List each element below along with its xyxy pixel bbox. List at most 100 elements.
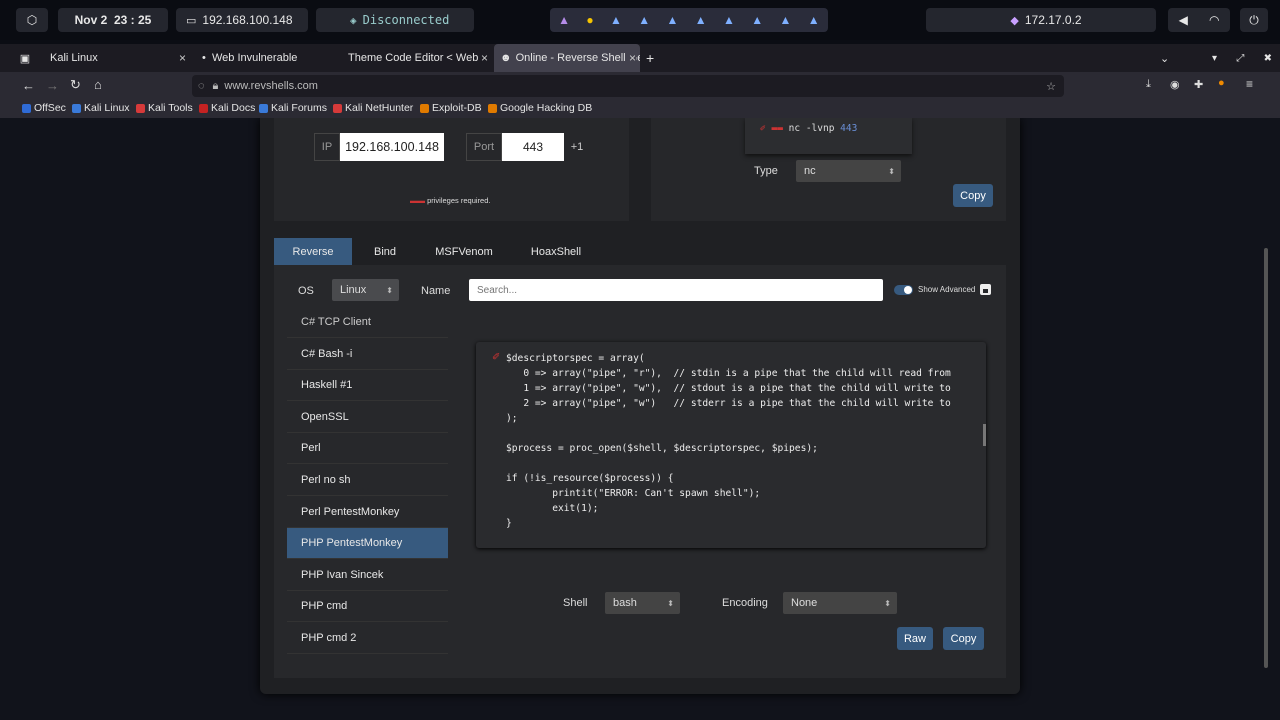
ghost-icon[interactable]: ▲ [695,13,707,27]
copy-listener-button[interactable]: Copy [953,184,993,207]
tab-kali[interactable]: Kali Linux × [42,44,190,72]
active-workspace-icon[interactable]: ● [586,13,593,27]
navigation-bar: ← → ↻ ⌂ ◌ 🔒︎ www.revshells.com ☆ ⤓ ◉ ✚ ●… [0,72,1280,100]
star-icon[interactable]: ☆ [1046,80,1056,93]
copy-payload-button[interactable]: Copy [943,627,984,650]
ghost-icon[interactable]: ▲ [638,13,650,27]
close-icon[interactable]: × [480,51,488,65]
tab-hoaxshell[interactable]: HoaxShell [520,238,592,265]
raw-button[interactable]: Raw [897,627,933,650]
ghost-icon[interactable]: ▲ [751,13,763,27]
port-increment-button[interactable]: +1 [566,133,588,161]
bookmark-kali-linux[interactable]: Kali Linux [72,102,130,114]
tab-reverse[interactable]: Reverse [274,238,352,265]
shell-select[interactable]: bash [605,592,680,614]
list-item[interactable]: Haskell #1 [287,370,448,401]
network-icon: ◆ [1010,14,1019,27]
clock[interactable]: Nov 2 23 : 25 [58,8,168,32]
listener-command: ✐ ▬▬ nc -lvnp 443 [760,123,858,134]
address-bar[interactable]: ◌ 🔒︎ www.revshells.com ☆ [192,75,1064,97]
ghost-icon[interactable]: ▲ [558,13,570,27]
ip-label: IP [314,133,340,161]
list-item-selected[interactable]: PHP PentestMonkey [287,528,448,559]
list-item[interactable]: PHP cmd 2 [287,623,448,654]
port-input[interactable]: 443 [502,133,564,161]
close-icon[interactable]: × [628,51,636,65]
ghost-icon[interactable]: ▲ [667,13,679,27]
ghost-icon[interactable]: ▲ [610,13,622,27]
save-icon[interactable] [980,284,991,295]
ip-indicator[interactable]: ▭ 192.168.100.148 [176,8,308,32]
page-viewport: IP 192.168.100.148 Port 443 +1 ▬▬ privil… [0,118,1280,720]
encoding-label: Encoding [722,597,768,609]
home-icon[interactable]: ⌂ [94,77,102,92]
extension-icon[interactable]: ● [1218,77,1225,89]
bookmark-offsec[interactable]: OffSec [22,102,66,114]
minimize-icon[interactable]: ▾ [1212,53,1217,64]
bookmark-label: Kali Forums [271,102,328,114]
code-scrollbar[interactable] [983,424,986,446]
search-input[interactable] [469,279,883,301]
reload-icon[interactable]: ↻ [70,77,81,93]
list-item[interactable]: Perl [287,433,448,464]
apps-menu-icon[interactable]: ⬡ [16,8,48,32]
lock-icon: 🔒︎ [212,79,219,92]
bookmark-label: Exploit-DB [432,102,482,114]
list-item[interactable]: Perl PentestMonkey [287,497,448,528]
vpn-indicator[interactable]: ◈ Disconnected [316,8,474,32]
ip-input[interactable]: 192.168.100.148 [340,133,444,161]
bookmarks-bar: OffSec Kali Linux Kali Tools Kali Docs K… [0,100,1280,118]
ghost-icon[interactable]: ▲ [780,13,792,27]
bookmark-label: Kali Linux [84,102,130,114]
menu-icon[interactable]: ≡ [1246,77,1253,91]
show-advanced-toggle[interactable] [894,285,913,295]
download-icon[interactable]: ⤓ [1146,78,1151,91]
volume-icon[interactable]: ◀ [1179,13,1188,27]
privileges-note: ▬▬ privileges required. [410,196,491,205]
list-item[interactable]: C# TCP Client [287,311,448,338]
bookmark-kali-docs[interactable]: Kali Docs [199,102,255,114]
payload-code: $descriptorspec = array( 0 => array("pip… [506,353,951,529]
tab-web-invulnerable[interactable]: • Web Invulnerable [194,44,342,72]
list-item[interactable]: Perl no sh [287,465,448,496]
bookmark-kali-nethunter[interactable]: Kali NetHunter [333,102,413,114]
tab-theme-editor[interactable]: Theme Code Editor < Web I × [342,44,492,72]
ghost-icon[interactable]: ▲ [808,13,820,27]
list-item[interactable]: OpenSSL [287,402,448,433]
os-select[interactable]: Linux [332,279,399,301]
list-item[interactable]: C# Bash -i [287,339,448,370]
wifi-icon[interactable]: ◠ [1209,13,1219,27]
tab-revshells[interactable]: ☻ Online - Reverse Shell Ge × [494,44,640,72]
url-text: www.revshells.com [224,80,318,92]
port-label: Port [466,133,502,161]
ip2-indicator[interactable]: ◆ 172.17.0.2 [926,8,1156,32]
forward-icon[interactable]: → [46,78,59,93]
payload-code-block[interactable]: ✐ $descriptorspec = array( 0 => array("p… [476,342,986,548]
type-select[interactable]: nc [796,160,901,182]
encoding-select[interactable]: None [783,592,897,614]
back-icon[interactable]: ← [22,78,35,93]
account-icon[interactable]: ◉ [1170,78,1180,91]
list-item[interactable]: PHP cmd [287,591,448,622]
maximize-icon[interactable]: ⤢ [1236,53,1244,64]
tab-msfvenom[interactable]: MSFVenom [426,238,502,265]
bookmark-kali-forums[interactable]: Kali Forums [259,102,327,114]
close-icon[interactable]: × [179,51,186,65]
list-item[interactable]: PHP Ivan Sincek [287,560,448,591]
tab-bind[interactable]: Bind [356,238,414,265]
bookmark-exploit-db[interactable]: Exploit-DB [420,102,482,114]
bookmark-google-hacking-db[interactable]: Google Hacking DB [488,102,592,114]
bookmark-kali-tools[interactable]: Kali Tools [136,102,193,114]
os-label: OS [298,285,314,297]
tab-list-icon[interactable]: ▣ [10,44,40,72]
new-tab-button[interactable]: + [646,44,666,72]
power-icon[interactable]: ⏻ [1240,8,1268,32]
workspaces[interactable]: ▲ ● ▲ ▲ ▲ ▲ ▲ ▲ ▲ ▲ [550,8,828,32]
window-controls[interactable]: ▾ ⤢ ✖ [1212,44,1272,72]
page-scrollbar[interactable] [1264,248,1268,668]
tray[interactable]: ◀ ◠ [1168,8,1230,32]
ghost-icon[interactable]: ▲ [723,13,735,27]
close-window-icon[interactable]: ✖ [1264,53,1272,64]
chevron-down-icon[interactable]: ⌄ [1160,44,1174,72]
extensions-icon[interactable]: ✚ [1194,78,1203,91]
